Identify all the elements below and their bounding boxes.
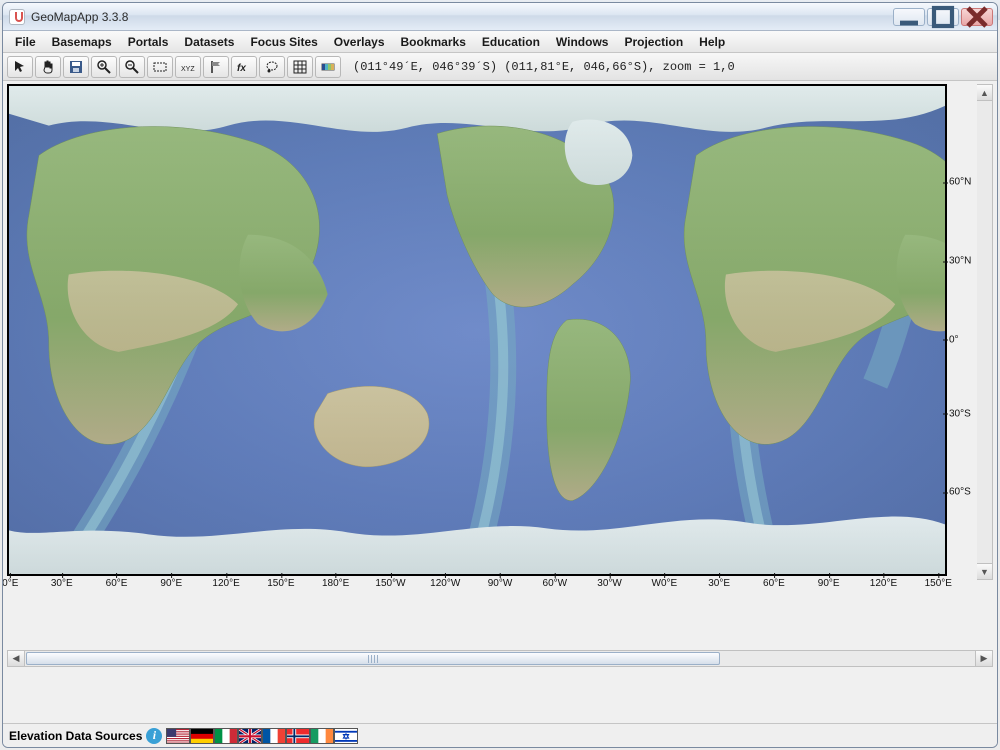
workarea: 0°E 30°E 60°E 90°E 120°E 150°E 180°E 150°W 120°W… — [3, 81, 997, 723]
lon-tick: 90°E — [818, 578, 840, 589]
lon-tick: 120°W — [430, 578, 460, 589]
lon-axis: 0°E30°E60°E90°E120°E150°E180°E150°W120°W… — [7, 576, 947, 592]
scroll-up-icon[interactable]: ▲ — [977, 85, 992, 101]
fx-function-icon[interactable]: fx — [231, 56, 257, 78]
menu-overlays[interactable]: Overlays — [326, 33, 393, 51]
lon-tick: 120°E — [870, 578, 897, 589]
menu-help[interactable]: Help — [691, 33, 733, 51]
lon-tick: 120°E — [212, 578, 239, 589]
scroll-left-icon[interactable]: ◀ — [8, 651, 25, 666]
vertical-scrollbar[interactable]: ▲ ▼ — [977, 84, 993, 580]
flag-us[interactable] — [166, 728, 190, 744]
lon-tick: 90°W — [488, 578, 513, 589]
pan-hand-icon[interactable] — [35, 56, 61, 78]
lat-tick: 60°S — [949, 487, 971, 498]
lat-tick: 30°S — [949, 408, 971, 419]
lon-tick: 30°E — [51, 578, 73, 589]
flag-marker-icon[interactable] — [203, 56, 229, 78]
scroll-thumb[interactable] — [26, 652, 720, 665]
titlebar[interactable]: GeoMapApp 3.3.8 — [3, 3, 997, 31]
lon-tick: 150°E — [267, 578, 294, 589]
zoom-out-icon[interactable] — [119, 56, 145, 78]
xyz-profile-icon[interactable]: XYZ — [175, 56, 201, 78]
lon-tick: 150°W — [375, 578, 405, 589]
menu-portals[interactable]: Portals — [120, 33, 177, 51]
menubar: FileBasemapsPortalsDatasetsFocus SitesOv… — [3, 31, 997, 53]
java-icon — [9, 9, 25, 25]
coord-readout: (011°49´E, 046°39´S) (011,81°E, 046,66°S… — [353, 60, 735, 74]
lat-tick: 0° — [949, 334, 959, 345]
info-icon[interactable]: i — [146, 728, 162, 744]
scroll-right-icon[interactable]: ▶ — [975, 651, 992, 666]
map-view[interactable] — [7, 84, 947, 576]
lon-tick: 60°E — [763, 578, 785, 589]
footer: Elevation Data Sources i — [3, 723, 997, 747]
app-window: GeoMapApp 3.3.8 FileBasemapsPortalsDatas… — [2, 2, 998, 748]
flag-gb[interactable] — [238, 728, 262, 744]
svg-text:XYZ: XYZ — [181, 66, 195, 73]
menu-focus-sites[interactable]: Focus Sites — [242, 33, 325, 51]
scroll-down-icon[interactable]: ▼ — [977, 563, 992, 579]
lon-tick: 30°E — [708, 578, 730, 589]
svg-text:fx: fx — [237, 63, 246, 74]
flag-il[interactable] — [334, 728, 358, 744]
menu-basemaps[interactable]: Basemaps — [44, 33, 120, 51]
flag-it[interactable] — [214, 728, 238, 744]
save-icon[interactable] — [63, 56, 89, 78]
flag-ie[interactable] — [310, 728, 334, 744]
lon-tick: 60°E — [106, 578, 128, 589]
window-title: GeoMapApp 3.3.8 — [31, 10, 128, 24]
flag-no[interactable] — [286, 728, 310, 744]
flag-de[interactable] — [190, 728, 214, 744]
zoom-in-icon[interactable] — [91, 56, 117, 78]
minimize-button[interactable] — [893, 8, 925, 26]
horizontal-scrollbar[interactable]: ◀ ▶ — [7, 650, 993, 667]
lon-tick: 30°W — [597, 578, 622, 589]
flag-fr[interactable] — [262, 728, 286, 744]
close-button[interactable] — [961, 8, 993, 26]
menu-windows[interactable]: Windows — [548, 33, 617, 51]
menu-education[interactable]: Education — [474, 33, 548, 51]
lon-tick: W0°E — [652, 578, 678, 589]
lon-tick: 60°W — [543, 578, 568, 589]
lat-axis: 60°N 30°N 0° 30°S 60°S — [947, 84, 977, 580]
menu-file[interactable]: File — [7, 33, 44, 51]
zoom-region-icon[interactable] — [147, 56, 173, 78]
menu-bookmarks[interactable]: Bookmarks — [393, 33, 474, 51]
lat-tick: 60°N — [949, 177, 971, 188]
pointer-icon[interactable] — [7, 56, 33, 78]
lon-tick: 0°E — [3, 578, 18, 589]
map-box: 0°E30°E60°E90°E120°E150°E180°E150°W120°W… — [7, 84, 947, 592]
lon-tick: 90°E — [160, 578, 182, 589]
scroll-track[interactable] — [25, 651, 975, 666]
toolbar: XYZ fx (011°49´E, 046°39´S) (011,81°E, 046… — [3, 53, 997, 81]
lat-tick: 30°N — [949, 256, 971, 267]
maximize-button[interactable] — [927, 8, 959, 26]
lon-tick: 180°E — [322, 578, 349, 589]
footer-label: Elevation Data Sources — [9, 729, 142, 743]
menu-datasets[interactable]: Datasets — [176, 33, 242, 51]
lasso-select-icon[interactable] — [259, 56, 285, 78]
grid-toggle-icon[interactable] — [287, 56, 313, 78]
color-palette-icon[interactable] — [315, 56, 341, 78]
menu-projection[interactable]: Projection — [616, 33, 691, 51]
